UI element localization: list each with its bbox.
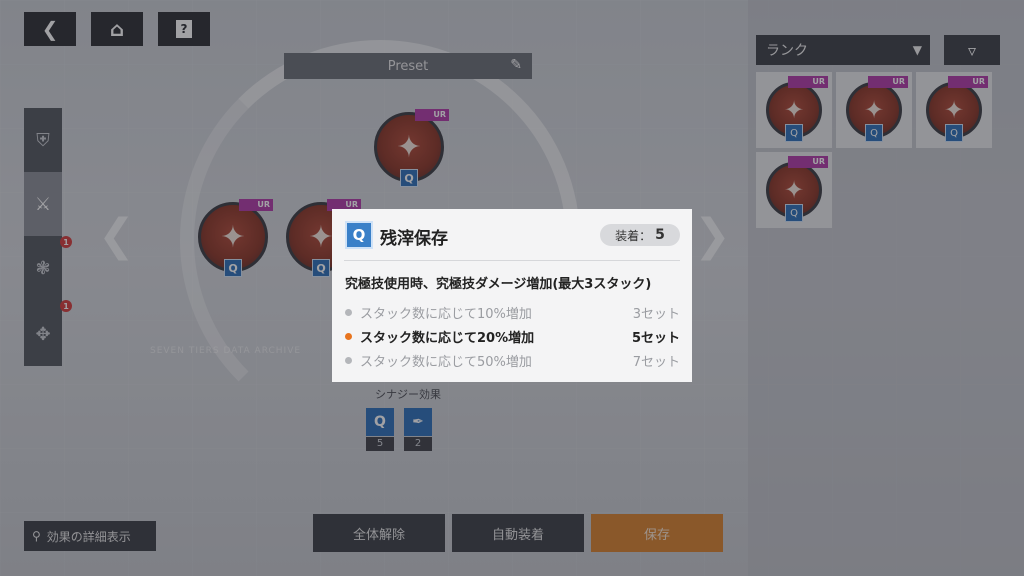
tier-text: スタック数に応じて10%増加	[360, 306, 532, 322]
tier-set: 3セット	[632, 306, 680, 322]
tier-dot	[345, 308, 352, 316]
tier-dot	[345, 356, 352, 364]
tier-text: スタック数に応じて50%増加	[360, 354, 532, 370]
equip-count-badge: 装着： 5	[600, 224, 680, 246]
tier-row: スタック数に応じて10%増加 3セット	[345, 302, 680, 322]
tier-row-active: スタック数に応じて20%増加 5セット	[345, 326, 680, 346]
synergy-popup: Q 残滓保存 装着： 5 究極技使用時、究極技ダメージ増加(最大3スタック) ス…	[332, 209, 692, 382]
tier-row: スタック数に応じて50%増加 7セット	[345, 350, 680, 370]
tier-text: スタック数に応じて20%増加	[360, 330, 535, 346]
popup-title: 残滓保存	[380, 229, 448, 249]
equip-count: 5	[655, 227, 665, 243]
tier-set: 5セット	[631, 330, 680, 346]
synergy-type-icon: Q	[345, 221, 373, 249]
tier-set: 7セット	[632, 354, 680, 370]
equip-label: 装着：	[615, 228, 652, 243]
divider	[344, 260, 680, 261]
tier-dot	[345, 332, 352, 340]
effect-description: 究極技使用時、究極技ダメージ増加(最大3スタック)	[345, 277, 652, 292]
